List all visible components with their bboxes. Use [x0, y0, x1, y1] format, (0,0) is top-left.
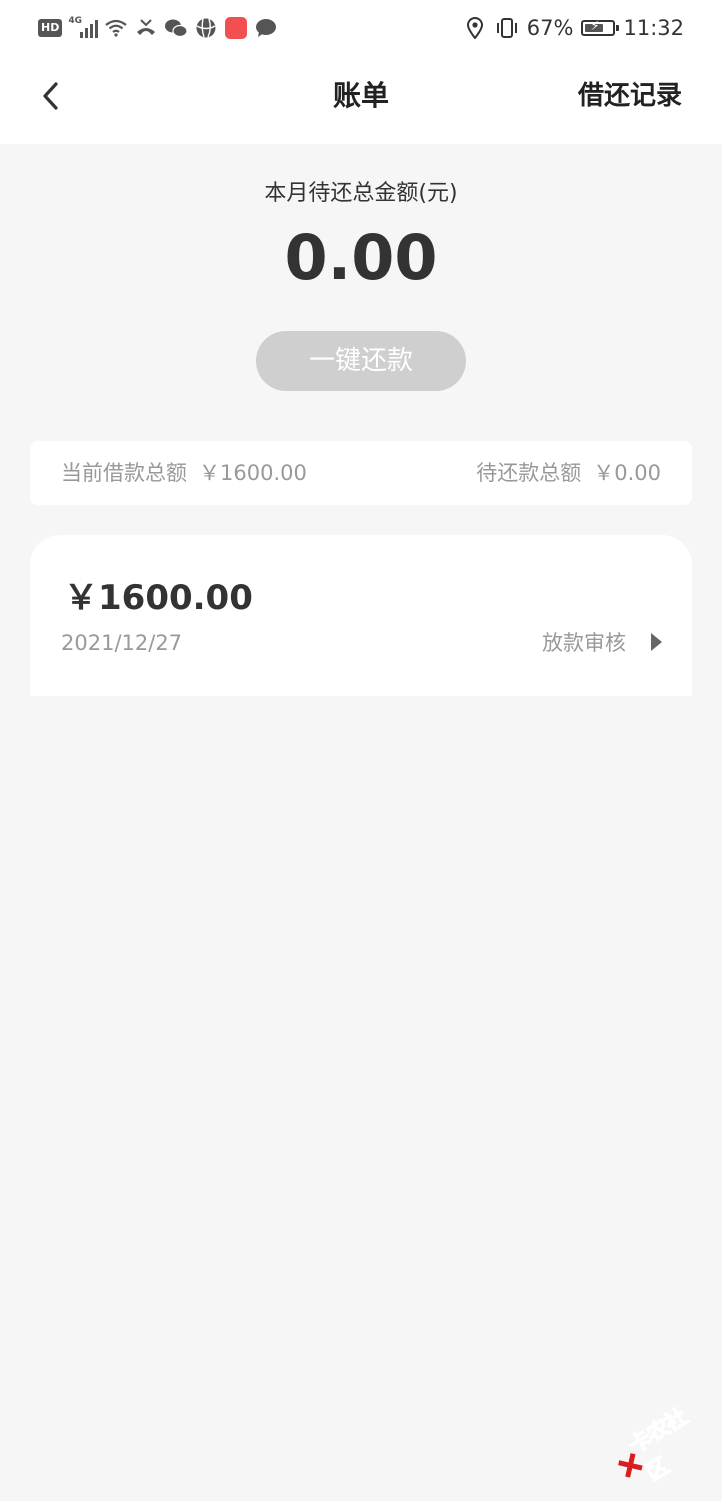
due-total-value: ￥0.00 [593, 461, 661, 485]
status-bar-right: 67% ⚡ 11:32 [463, 14, 684, 42]
back-button[interactable] [30, 76, 70, 116]
totals-bar: 当前借款总额 ￥1600.00 待还款总额 ￥0.00 [30, 441, 692, 505]
borrowed-total-label: 当前借款总额 [61, 461, 187, 485]
due-total: 待还款总额 ￥0.00 [476, 441, 661, 505]
bill-amount: ￥1600.00 [64, 578, 253, 618]
message-icon [254, 16, 278, 40]
watermark-logo: 卡农社区 [603, 1389, 722, 1500]
hd-badge: HD [38, 19, 63, 37]
status-bar-left: HD 4G [38, 14, 278, 42]
bill-date: 2021/12/27 [61, 631, 183, 655]
clock-time: 11:32 [623, 16, 684, 40]
status-bar: HD 4G 67% ⚡ 11:32 [0, 0, 722, 56]
bill-status: 放款审核 [542, 631, 626, 655]
browser-icon [194, 16, 218, 40]
nav-bar: 账单 借还记录 [0, 56, 722, 144]
shopping-app-icon [224, 16, 248, 40]
borrow-repay-records-link[interactable]: 借还记录 [578, 76, 682, 116]
caret-right-icon [651, 633, 662, 651]
battery-percent: 67% [526, 16, 574, 40]
vibrate-icon [495, 16, 519, 40]
monthly-due-label: 本月待还总金额(元) [264, 181, 458, 206]
wechat-icon [164, 16, 188, 40]
due-total-label: 待还款总额 [476, 461, 582, 485]
network-type-label: 4G [68, 16, 82, 26]
monthly-due-amount: 0.00 [284, 221, 438, 294]
bill-card[interactable]: ￥1600.00 2021/12/27 放款审核 [30, 535, 692, 696]
one-click-repay-button[interactable]: 一键还款 [256, 331, 466, 391]
charging-icon: ⚡ [590, 19, 600, 34]
borrowed-total-value: ￥1600.00 [199, 461, 307, 485]
signal-icon: 4G [68, 16, 99, 38]
borrowed-total: 当前借款总额 ￥1600.00 [61, 441, 307, 505]
location-icon [463, 16, 487, 40]
chevron-left-icon [43, 82, 58, 110]
battery-icon: ⚡ [581, 19, 620, 36]
missed-call-icon [134, 16, 158, 40]
wifi-icon [104, 16, 128, 40]
